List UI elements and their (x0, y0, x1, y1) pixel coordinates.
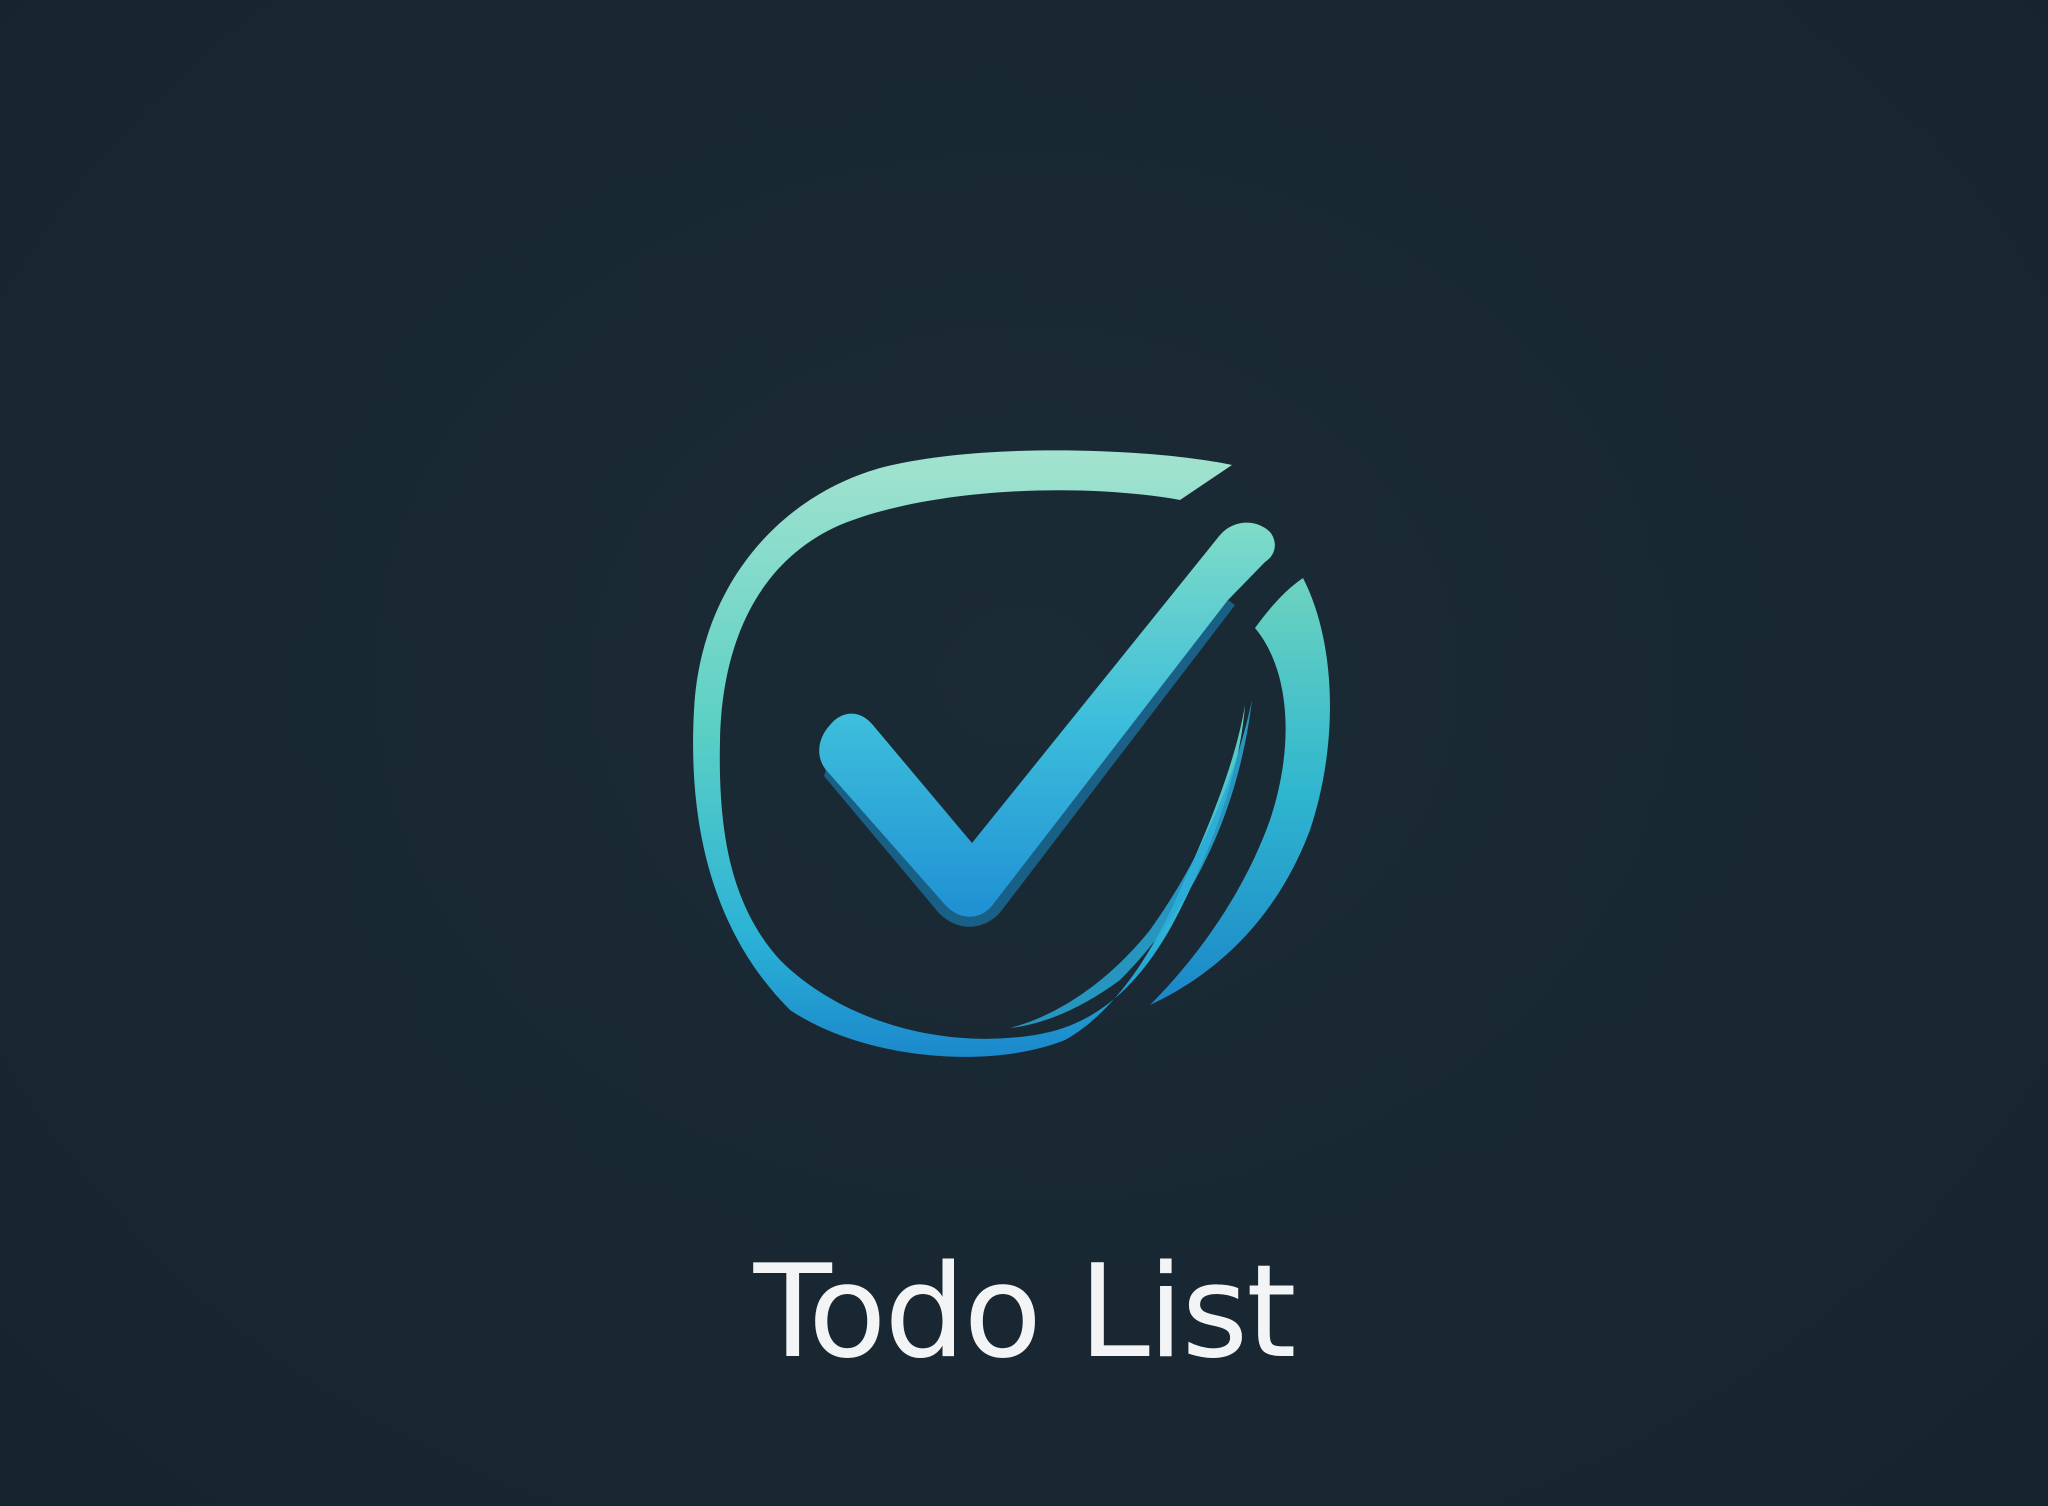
app-logo (680, 440, 1340, 1080)
logo-ring-stroke (693, 450, 1245, 1057)
splash-screen: Todo List (0, 0, 2048, 1506)
app-title: Todo List (753, 1238, 1297, 1387)
checkmark-circle-icon (693, 450, 1330, 1057)
